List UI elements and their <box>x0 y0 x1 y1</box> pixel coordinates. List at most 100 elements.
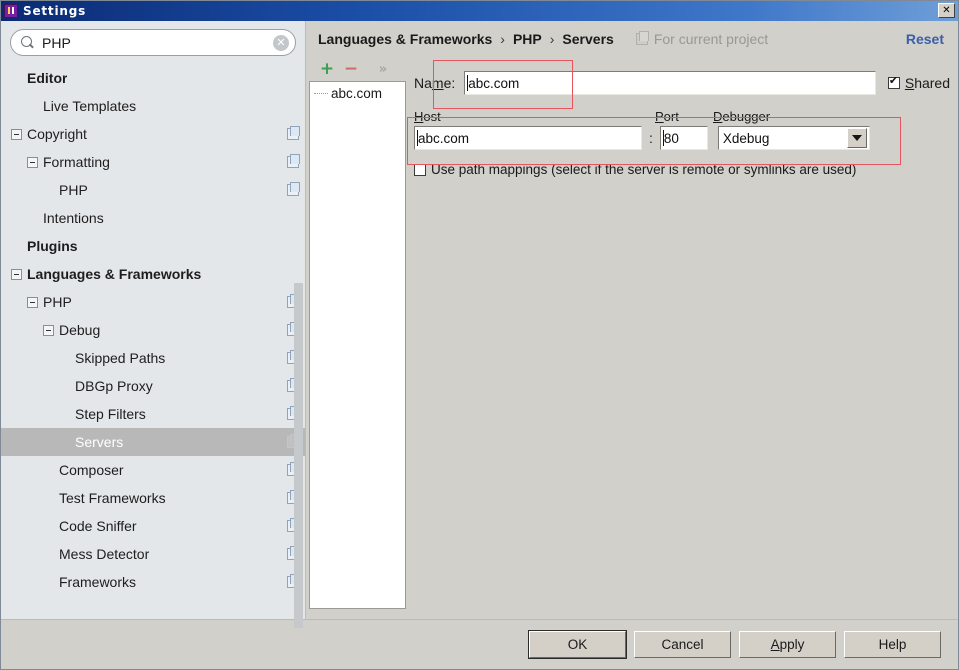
sidebar-item-label: Composer <box>59 462 124 478</box>
add-server-button[interactable]: + <box>317 59 337 79</box>
name-label: Name: <box>414 75 455 91</box>
sidebar-item-code-sniffer[interactable]: Code Sniffer <box>1 512 305 540</box>
debugger-dropdown[interactable]: Xdebug <box>717 126 870 150</box>
name-label-mnemonic: m <box>431 75 444 91</box>
sidebar-item-label: Test Frameworks <box>59 490 166 506</box>
shared-checkbox-box[interactable] <box>887 75 900 89</box>
sidebar-item-intentions[interactable]: Intentions <box>1 204 305 232</box>
debugger-label-mnemonic: D <box>713 109 723 124</box>
sidebar-item-label: DBGp Proxy <box>75 378 153 394</box>
sidebar-item-label: Intentions <box>43 210 104 226</box>
port-label-post: ort <box>663 109 679 124</box>
search-value: PHP <box>42 34 71 51</box>
settings-dialog: Settings ✕ PHP ✕ Editor Live Templates Cop… <box>0 0 959 670</box>
sidebar-item-live-templates[interactable]: Live Templates <box>1 92 305 120</box>
name-row: Name: abc.com Shared <box>414 68 950 98</box>
port-field-value: 80 <box>663 130 679 146</box>
shared-checkbox[interactable]: Shared <box>887 75 950 91</box>
path-mappings-checkbox[interactable]: Use path mappings (select if the server … <box>414 162 950 177</box>
host-field-value: abc.com <box>418 130 470 146</box>
sidebar-item-plugins[interactable]: Plugins <box>1 232 305 260</box>
close-icon[interactable]: ✕ <box>938 3 955 18</box>
label-gap <box>642 109 655 124</box>
sidebar-item-label: Languages & Frameworks <box>27 266 202 282</box>
breadcrumb-item-php[interactable]: PHP <box>513 31 542 47</box>
settings-detail-pane: Languages & Frameworks › PHP › Servers F… <box>306 21 958 619</box>
clear-search-icon[interactable]: ✕ <box>273 34 289 51</box>
breadcrumb-separator: › <box>500 31 505 47</box>
sidebar-item-debug[interactable]: Debug <box>1 316 305 344</box>
tree-collapse-icon[interactable] <box>43 324 54 336</box>
server-list-item[interactable]: abc.com <box>310 83 405 103</box>
sidebar-item-label: Mess Detector <box>59 546 150 562</box>
host-label: Host <box>414 109 642 124</box>
remove-server-button[interactable]: − <box>341 59 361 79</box>
tree-collapse-icon[interactable] <box>11 268 22 280</box>
sidebar-item-step-filters[interactable]: Step Filters <box>1 400 305 428</box>
apply-label-mnemonic: A <box>770 637 780 652</box>
copy-settings-icon[interactable] <box>287 126 300 140</box>
sidebar-item-composer[interactable]: Composer <box>1 456 305 484</box>
host-port-debugger-labels: Host Port Debugger <box>414 109 950 124</box>
tree-collapse-icon[interactable] <box>27 156 38 168</box>
sidebar-item-mess-detector[interactable]: Mess Detector <box>1 540 305 568</box>
server-list-toolbar: + − » <box>309 57 406 81</box>
servers-panel: + − » abc.com Name: abc.com ✔ Shared Hos… <box>306 57 958 619</box>
sidebar-item-servers[interactable]: Servers <box>1 428 305 456</box>
settings-sidebar: PHP ✕ Editor Live Templates Copyright Forma… <box>1 21 306 628</box>
reset-link[interactable]: Reset <box>906 31 944 47</box>
cancel-button[interactable]: Cancel <box>634 631 731 658</box>
port-field[interactable]: 80 <box>659 126 708 150</box>
name-field[interactable]: abc.com <box>464 71 876 95</box>
tree-collapse-icon[interactable] <box>27 296 38 308</box>
chevron-down-icon[interactable] <box>846 128 867 148</box>
shared-label-mnemonic: S <box>904 75 915 91</box>
sidebar-item-languages-frameworks[interactable]: Languages & Frameworks <box>1 260 305 288</box>
tree-collapse-icon[interactable] <box>11 128 22 140</box>
sidebar-item-editor[interactable]: Editor <box>1 64 305 92</box>
help-button[interactable]: Help <box>844 631 941 658</box>
copy-settings-icon[interactable] <box>287 182 300 196</box>
host-label-mnemonic: H <box>414 109 424 124</box>
sidebar-item-test-frameworks[interactable]: Test Frameworks <box>1 484 305 512</box>
sidebar-item-formatting[interactable]: Formatting <box>1 148 305 176</box>
sidebar-item-label: PHP <box>59 182 88 198</box>
sidebar-item-label: Step Filters <box>75 406 146 422</box>
name-label-pre: Na <box>414 75 432 91</box>
breadcrumb-item-languages[interactable]: Languages & Frameworks <box>318 31 492 47</box>
sidebar-item-dbgp-proxy[interactable]: DBGp Proxy <box>1 372 305 400</box>
ok-button[interactable]: OK <box>528 630 627 659</box>
path-mappings-checkbox-box[interactable] <box>414 163 426 176</box>
host-label-post: ost <box>423 109 441 124</box>
host-field[interactable]: abc.com <box>414 126 642 150</box>
copy-settings-icon[interactable] <box>287 154 300 168</box>
more-actions-icon[interactable]: » <box>373 59 393 79</box>
debugger-label-post: ebugger <box>722 109 771 124</box>
port-label-mnemonic: P <box>655 109 664 124</box>
sidebar-item-php[interactable]: PHP <box>1 288 305 316</box>
apply-button[interactable]: Apply <box>739 631 836 658</box>
shared-label: Shared <box>905 75 950 91</box>
project-scope-label: For current project <box>653 31 769 47</box>
debugger-dropdown-value: Xdebug <box>722 130 770 146</box>
sidebar-item-copyright[interactable]: Copyright <box>1 120 305 148</box>
search-input[interactable]: PHP ✕ <box>10 29 296 56</box>
sidebar-item-frameworks[interactable]: Frameworks <box>1 568 305 596</box>
sidebar-scrollbar[interactable] <box>294 283 303 628</box>
sidebar-item-skipped-paths[interactable]: Skipped Paths <box>1 344 305 372</box>
sidebar-item-php[interactable]: PHP <box>1 176 305 204</box>
search-container: PHP ✕ <box>1 21 305 62</box>
host-port-separator: : <box>649 130 653 146</box>
name-field-value: abc.com <box>468 75 520 91</box>
name-label-post: e: <box>443 75 456 91</box>
